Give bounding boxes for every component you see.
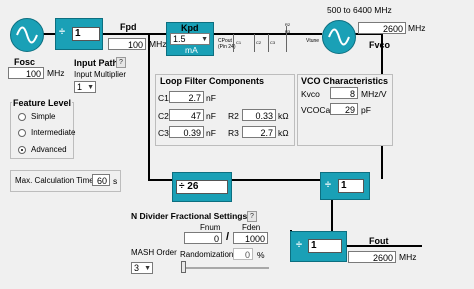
feature-level-advanced-radio[interactable]: [18, 146, 26, 154]
max-calc-label: Max. Calculation Time: [15, 176, 94, 185]
fpd-field: 100: [108, 38, 146, 50]
wire-filter-tap: [254, 34, 255, 52]
kpd-value: 1.5: [173, 34, 186, 44]
r3-unit: kΩ: [278, 128, 289, 138]
r3-input[interactable]: 2.7: [242, 126, 276, 138]
wire-feedback-up: [148, 33, 150, 181]
input-multiplier-label: Input Multiplier: [74, 70, 127, 79]
randomization-input[interactable]: 0: [233, 248, 253, 260]
c1-input[interactable]: 2.7: [169, 91, 204, 103]
vcocap-unit: pF: [361, 105, 371, 115]
reference-divider-input[interactable]: 1: [72, 27, 100, 41]
reference-oscillator: [10, 18, 44, 52]
feature-level-intermediate-label: Intermediate: [31, 128, 76, 137]
fosc-input[interactable]: 100: [8, 67, 44, 79]
fnum-label: Fnum: [200, 223, 221, 232]
vtune-label: Vtune: [306, 38, 320, 44]
component-tag-r2: R2: [285, 22, 291, 27]
kvco-unit: MHz/V: [361, 89, 387, 99]
feature-level-title: Feature Level: [12, 98, 73, 108]
mash-order-select[interactable]: 3 ▼: [131, 262, 153, 274]
sine-wave-icon: [328, 28, 350, 46]
r3-label: R3: [228, 128, 239, 138]
c2-unit: nF: [206, 111, 216, 121]
mash-order-label: MASH Order: [131, 248, 177, 257]
feature-level-advanced-label: Advanced: [31, 145, 67, 154]
fden-input[interactable]: 1000: [233, 232, 268, 244]
kpd-label: Kpd: [181, 23, 199, 33]
fosc-unit: MHz: [47, 68, 65, 78]
fosc-label: Fosc: [14, 57, 36, 67]
randomization-slider-thumb[interactable]: [181, 261, 186, 273]
n-frac-title: N Divider Fractional Settings: [131, 211, 248, 221]
loop-filter-title: Loop Filter Components: [160, 76, 264, 86]
c3-label: C3: [158, 128, 169, 138]
output-divider-input[interactable]: 1: [308, 239, 342, 253]
feature-level-simple-label: Simple: [31, 112, 56, 121]
wire-filter-tap: [268, 34, 269, 52]
c3-unit: nF: [206, 128, 216, 138]
n-frac-help-button[interactable]: ?: [247, 211, 257, 222]
randomization-unit: %: [257, 250, 265, 260]
fpd-unit: MHz: [149, 39, 167, 49]
input-path-title: Input Path: [74, 58, 118, 68]
vco-characteristics-title: VCO Characteristics: [301, 76, 389, 86]
feature-level-simple-radio[interactable]: [18, 113, 26, 121]
r2-unit: kΩ: [278, 111, 289, 121]
mash-order-value: 3: [134, 263, 140, 273]
c1-label: C1: [158, 93, 169, 103]
vcocap-input[interactable]: 29: [330, 103, 358, 115]
divide-icon: ÷: [296, 239, 303, 251]
max-calc-unit: s: [113, 176, 118, 186]
r2-label: R2: [228, 111, 239, 121]
kpd-unit: mA: [185, 45, 198, 55]
fnum-input[interactable]: 0: [184, 232, 222, 244]
fvco-label: Fvco: [369, 40, 391, 50]
vco-oscillator: [322, 20, 356, 54]
fpd-label: Fpd: [120, 22, 137, 32]
randomization-slider-track[interactable]: [181, 267, 269, 269]
fvco-unit: MHz: [408, 23, 426, 33]
input-multiplier-select[interactable]: 1 ▼: [74, 81, 96, 93]
chevron-down-icon: ▼: [201, 36, 208, 43]
component-tag-c2: C2: [256, 40, 262, 45]
fout-unit: MHz: [399, 252, 417, 262]
feature-level-intermediate-radio[interactable]: [18, 129, 26, 137]
input-multiplier-value: 1: [77, 82, 83, 92]
kpd-select[interactable]: 1.5 ▼: [170, 33, 210, 45]
fvco-field: 2600: [358, 22, 406, 34]
fraction-slash: /: [226, 231, 230, 243]
wire-ndiv-left: [148, 179, 172, 181]
n-divider-value: 26: [187, 181, 199, 192]
c2-input[interactable]: 47: [169, 109, 204, 121]
component-tag-r3: R3: [285, 29, 291, 34]
divide-icon: ÷: [325, 179, 332, 191]
fden-label: Fden: [242, 223, 261, 232]
vco-range-label: 500 to 6400 MHz: [327, 5, 392, 15]
wire-vcodiv-left: [232, 179, 320, 181]
component-tag-c1: C1: [236, 40, 242, 45]
n-divider-input[interactable]: ÷ 26: [176, 180, 228, 194]
kvco-label: Kvco: [301, 89, 320, 99]
chevron-down-icon: ▼: [144, 265, 151, 272]
c1-unit: nF: [206, 93, 216, 103]
c3-input[interactable]: 0.39: [169, 126, 204, 138]
input-path-help-button[interactable]: ?: [116, 57, 126, 68]
component-tag-c3: C3: [270, 40, 276, 45]
divide-icon: ÷: [179, 181, 185, 192]
randomization-label: Randomization: [180, 250, 234, 259]
divide-icon: ÷: [59, 26, 66, 38]
max-calc-input[interactable]: 60: [92, 174, 110, 186]
fout-label: Fout: [369, 236, 389, 246]
r2-input[interactable]: 0.33: [242, 109, 276, 121]
c2-label: C2: [158, 111, 169, 121]
kvco-input[interactable]: 8: [330, 87, 358, 99]
sine-wave-icon: [16, 26, 38, 44]
cpout-label: CPout (Pin 24): [218, 38, 236, 50]
chevron-down-icon: ▼: [87, 84, 94, 91]
vco-divider-input[interactable]: 1: [338, 179, 364, 193]
fout-field: 2600: [348, 251, 396, 263]
wire-ref-pd: [103, 33, 166, 35]
